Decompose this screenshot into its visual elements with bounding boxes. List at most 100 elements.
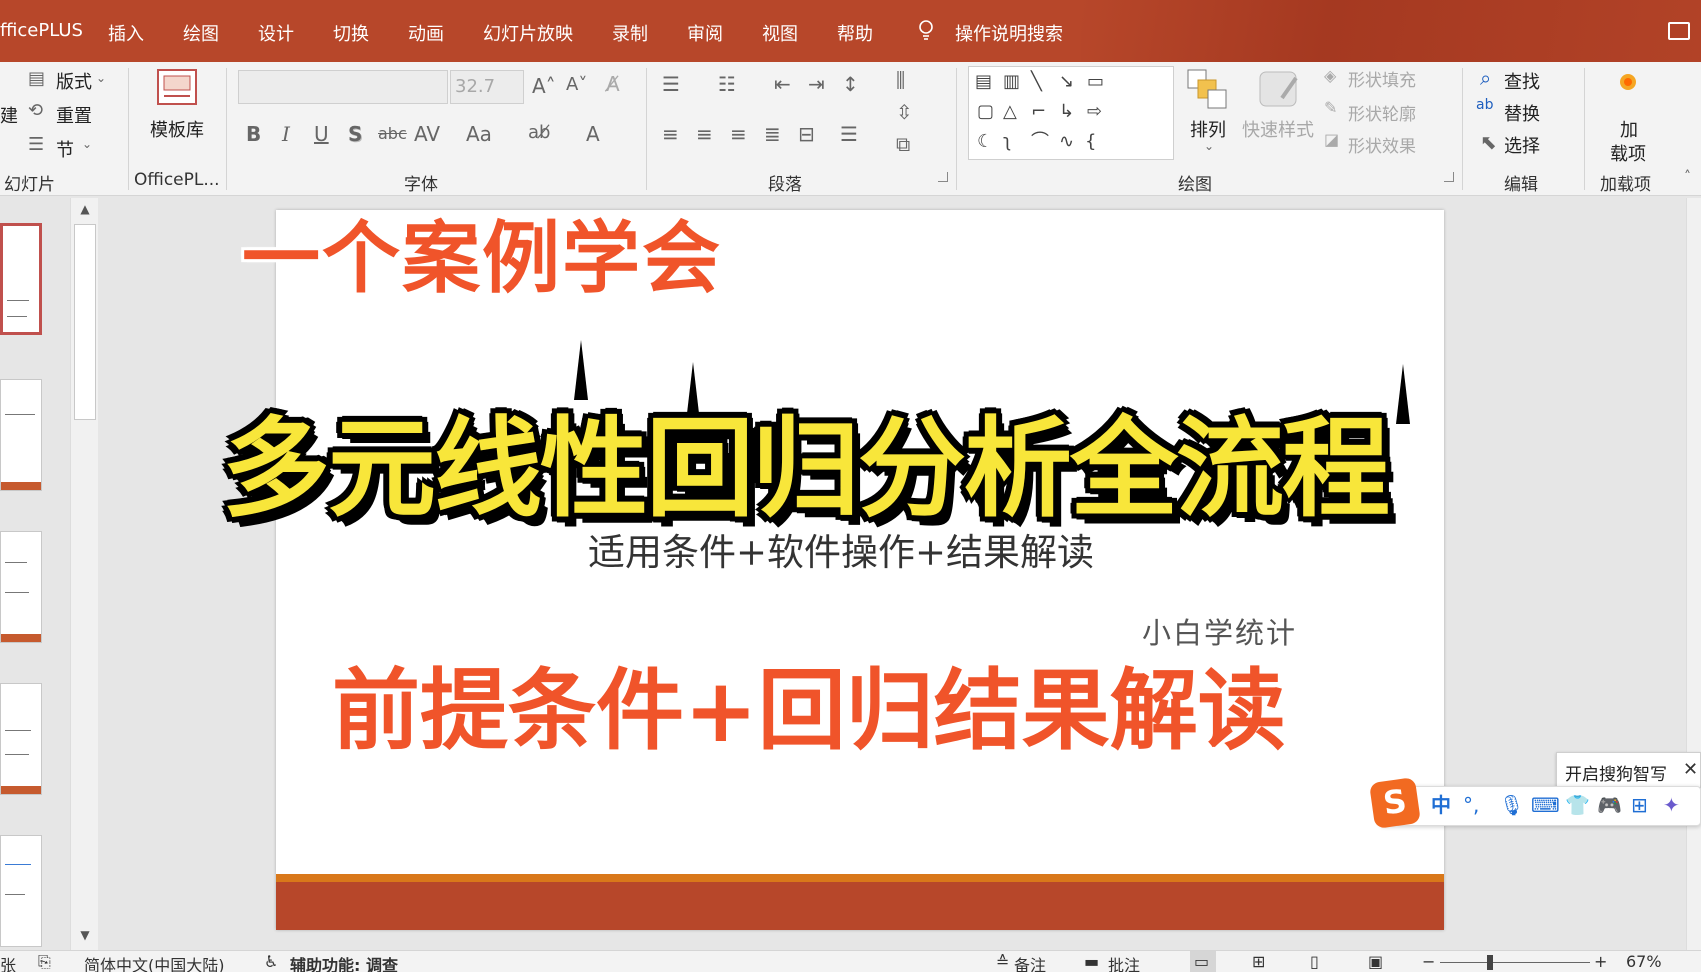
right-arrow-icon[interactable]: ⇨ (1087, 103, 1102, 121)
reset-button[interactable]: 重置 (56, 102, 92, 128)
tab-transitions[interactable]: 切换 (333, 20, 369, 46)
scrollbar-thumb[interactable] (74, 224, 96, 420)
game-icon[interactable]: 🎮 (1597, 795, 1622, 815)
arrow-line-icon[interactable]: ↘ (1059, 73, 1074, 91)
align-right-icon[interactable]: ≡ (730, 124, 747, 144)
slide-thumbnail-2[interactable] (0, 379, 42, 491)
template-library-button[interactable]: 模板库 (150, 116, 204, 142)
tab-record[interactable]: 录制 (612, 20, 648, 46)
elbow-arrow-icon[interactable]: ↳ (1059, 103, 1074, 121)
align-text-icon[interactable]: ⇳ (896, 102, 913, 122)
tab-design[interactable]: 设计 (258, 20, 294, 46)
zoom-level[interactable]: 67% (1626, 952, 1662, 971)
zoom-slider[interactable] (1440, 962, 1590, 963)
numbering-icon[interactable]: ☷ (718, 74, 736, 94)
shape-effects-button[interactable]: 形状效果 (1348, 132, 1416, 157)
section-button[interactable]: 节 (56, 136, 74, 162)
layout-button[interactable]: 版式 (56, 68, 92, 94)
reading-view-icon[interactable]: ▯ (1310, 952, 1319, 971)
rounded-rect-icon[interactable]: ▢ (977, 103, 994, 121)
comments-icon[interactable] (1668, 22, 1690, 40)
arc-icon[interactable]: ⌒ (1031, 133, 1049, 151)
character-spacing-button[interactable]: AV (414, 124, 440, 144)
language-indicator[interactable]: 简体中文(中国大陆) (84, 952, 225, 972)
text-shadow-button[interactable]: S (348, 124, 362, 144)
smartart-icon[interactable]: ⧉ (896, 134, 910, 154)
shape-outline-button[interactable]: 形状轮廓 (1348, 100, 1416, 125)
tab-animations[interactable]: 动画 (408, 20, 444, 46)
addins-button-line2[interactable]: 载项 (1610, 140, 1646, 166)
scroll-up-arrow-icon[interactable]: ▲ (71, 198, 99, 220)
font-name-combobox[interactable] (238, 70, 448, 104)
increase-indent-icon[interactable]: ⇥ (808, 74, 825, 94)
line-spacing-icon[interactable]: ↕ (842, 74, 859, 94)
textbox-icon[interactable]: ▤ (975, 73, 992, 91)
bullets-icon[interactable]: ☰ (662, 74, 680, 94)
slide-sorter-icon[interactable]: ⊞ (1252, 952, 1265, 971)
toolbox-icon[interactable]: ⊞ (1631, 795, 1648, 815)
font-size-combobox[interactable]: 32.7 (450, 70, 524, 104)
decrease-indent-icon[interactable]: ⇤ (774, 74, 791, 94)
font-color-button[interactable]: A (586, 124, 600, 144)
tab-view[interactable]: 视图 (762, 20, 798, 46)
slide-thumbnail-4[interactable] (0, 683, 42, 795)
curve-icon[interactable]: ∿ (1059, 133, 1074, 151)
distributed-icon[interactable]: ⊟ (798, 124, 815, 144)
ime-smart-write-tip[interactable]: 开启搜狗智写 ✕ (1556, 752, 1701, 788)
quick-styles-button[interactable]: 快速样式 (1242, 116, 1314, 142)
close-icon[interactable]: ✕ (1683, 759, 1698, 780)
strikethrough-button[interactable]: abc (378, 126, 407, 142)
replace-button[interactable]: 替换 (1504, 100, 1540, 126)
slide-thumbnail-5[interactable] (0, 835, 42, 947)
vertical-textbox-icon[interactable]: ▥ (1003, 73, 1020, 91)
microphone-icon[interactable]: 🎙 (1499, 795, 1524, 815)
columns-icon[interactable]: ☰ (840, 124, 858, 144)
rectangle-icon[interactable]: ▭ (1087, 73, 1104, 91)
left-brace-icon[interactable]: { (1085, 133, 1096, 151)
skin-icon[interactable]: 👕 (1565, 795, 1590, 815)
highlight-icon[interactable]: ab̸ (528, 124, 550, 142)
slide-thumbnail-1[interactable] (0, 223, 42, 335)
slideshow-icon[interactable]: ▣ (1368, 952, 1383, 971)
zoom-out-button[interactable]: − (1422, 952, 1435, 971)
italic-button[interactable]: I (282, 124, 290, 144)
shrink-font-icon[interactable]: A˅ (566, 76, 587, 94)
bold-button[interactable]: B (246, 124, 261, 144)
sogou-logo-icon[interactable]: S (1369, 777, 1421, 829)
tab-review[interactable]: 审阅 (687, 20, 723, 46)
collapse-ribbon-icon[interactable]: ˄ (1684, 170, 1691, 184)
select-button[interactable]: 选择 (1504, 132, 1540, 158)
ime-mode-toggle[interactable]: 中 (1431, 795, 1451, 815)
grow-font-icon[interactable]: A˄ (532, 76, 556, 96)
clear-formatting-icon[interactable]: A̸ (606, 74, 620, 94)
tell-me-search[interactable]: 操作说明搜索 (955, 20, 1063, 46)
thumbnails-scrollbar[interactable]: ▲ ▼ (70, 198, 98, 950)
editor-scrollbar[interactable] (1686, 198, 1701, 950)
spellcheck-icon[interactable]: ⎘ (38, 952, 51, 972)
shape-fill-button[interactable]: 形状填充 (1348, 66, 1416, 91)
scribble-icon[interactable]: ʅ (1003, 133, 1011, 151)
accessibility-checker[interactable]: 辅助功能: 调查 (290, 952, 398, 972)
shapes-gallery[interactable]: ▤ ▥ ╲ ↘ ▭ ▢ △ ⌐ ↳ ⇨ ☾ ʅ ⌒ ∿ { (968, 66, 1174, 160)
scroll-down-arrow-icon[interactable]: ▼ (71, 924, 99, 946)
notes-button[interactable]: 备注 (1014, 952, 1046, 972)
zoom-in-button[interactable]: + (1594, 952, 1607, 971)
drawing-dialog-launcher[interactable] (1444, 172, 1454, 182)
slide-canvas[interactable]: 适用条件+软件操作+结果解读 小白学统计 (276, 210, 1444, 930)
tab-insert[interactable]: 插入 (108, 20, 144, 46)
keyboard-icon[interactable]: ⌨ (1531, 795, 1560, 815)
underline-button[interactable]: U (314, 124, 329, 144)
zoom-slider-handle[interactable] (1487, 955, 1493, 970)
triangle-icon[interactable]: △ (1003, 103, 1017, 121)
tab-help[interactable]: 帮助 (837, 20, 873, 46)
elbow-connector-icon[interactable]: ⌐ (1031, 103, 1046, 121)
ime-punctuation-toggle[interactable]: °, (1463, 795, 1479, 815)
text-direction-icon[interactable]: ⫼ (896, 70, 905, 90)
new-slide-button-partial[interactable]: 建 (0, 102, 18, 128)
comments-button[interactable]: 批注 (1108, 952, 1140, 972)
justify-icon[interactable]: ≣ (764, 124, 781, 144)
addins-button-line1[interactable]: 加 (1620, 116, 1638, 142)
tab-officeplus[interactable]: fficePLUS (0, 20, 83, 41)
tab-slideshow[interactable]: 幻灯片放映 (483, 20, 573, 46)
find-button[interactable]: 查找 (1504, 68, 1540, 94)
